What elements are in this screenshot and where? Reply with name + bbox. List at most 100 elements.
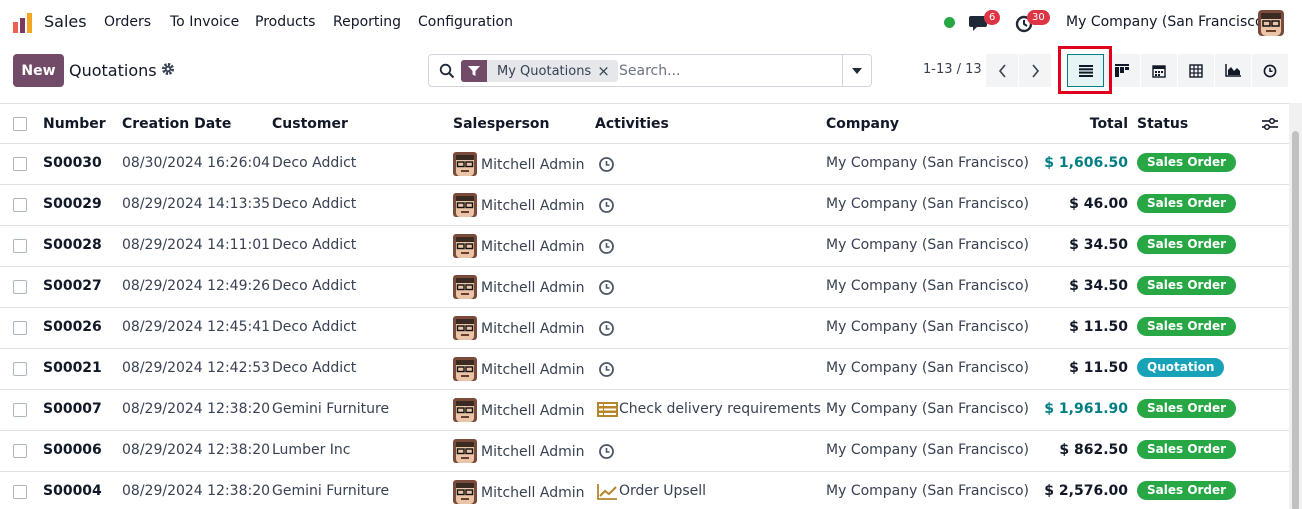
remove-facet-button[interactable]: × <box>597 62 618 80</box>
activity-summary[interactable]: Check delivery requirements <box>619 401 821 417</box>
column-status[interactable]: Status <box>1137 116 1188 132</box>
filter-facet: My Quotations × <box>461 60 618 82</box>
user-avatar[interactable] <box>1258 10 1284 36</box>
table-row[interactable]: S00004 08/29/2024 12:38:20 Gemini Furnit… <box>0 472 1289 509</box>
order-total: $ 1,606.50 <box>1044 155 1128 171</box>
company-name: My Company (San Francisco) <box>826 237 1029 253</box>
menu-configuration[interactable]: Configuration <box>418 14 513 30</box>
row-checkbox[interactable] <box>13 485 27 499</box>
pivot-view-button[interactable] <box>1178 54 1215 87</box>
search-options-toggle[interactable] <box>842 55 871 86</box>
clock-icon[interactable] <box>598 443 615 460</box>
creation-date: 08/29/2024 12:38:20 <box>122 401 271 417</box>
optional-columns-icon[interactable] <box>1262 117 1278 131</box>
list-todo-icon[interactable] <box>597 401 618 418</box>
column-company[interactable]: Company <box>826 116 899 132</box>
clock-icon[interactable] <box>598 197 615 214</box>
row-checkbox[interactable] <box>13 280 27 294</box>
creation-date: 08/29/2024 12:38:20 <box>122 442 271 458</box>
table-row[interactable]: S00027 08/29/2024 12:49:26 Deco Addict M… <box>0 267 1289 308</box>
menu-reporting[interactable]: Reporting <box>333 14 401 30</box>
menu-orders[interactable]: Orders <box>104 14 151 30</box>
table-row[interactable]: S00029 08/29/2024 14:13:35 Deco Addict M… <box>0 185 1289 226</box>
salesperson-avatar <box>453 234 477 258</box>
search-input[interactable] <box>619 61 839 81</box>
clock-icon[interactable] <box>598 320 615 337</box>
activity-view-button[interactable] <box>1252 54 1289 87</box>
clock-icon[interactable] <box>598 156 615 173</box>
order-number: S00030 <box>43 155 102 171</box>
order-total: $ 862.50 <box>1059 442 1128 458</box>
select-all-checkbox[interactable] <box>13 117 27 131</box>
order-total: $ 11.50 <box>1069 319 1128 335</box>
table-row[interactable]: S00026 08/29/2024 12:45:41 Deco Addict M… <box>0 308 1289 349</box>
pager-previous-button[interactable] <box>986 54 1018 87</box>
menu-to-invoice[interactable]: To Invoice <box>170 14 239 30</box>
row-checkbox[interactable] <box>13 239 27 253</box>
gear-icon[interactable] <box>161 62 175 76</box>
pager-next-button[interactable] <box>1019 54 1051 87</box>
order-total: $ 46.00 <box>1069 196 1128 212</box>
company-name: My Company (San Francisco) <box>826 483 1029 499</box>
order-number: S00028 <box>43 237 102 253</box>
company-name: My Company (San Francisco) <box>826 155 1029 171</box>
customer-name: Gemini Furniture <box>272 483 390 499</box>
table-row[interactable]: S00028 08/29/2024 14:11:01 Deco Addict M… <box>0 226 1289 267</box>
order-total: $ 34.50 <box>1069 278 1128 294</box>
app-name[interactable]: Sales <box>44 12 87 31</box>
status-badge: Sales Order <box>1137 481 1237 500</box>
salesperson-avatar <box>453 152 477 176</box>
creation-date: 08/29/2024 12:42:53 <box>122 360 271 376</box>
menu-products[interactable]: Products <box>255 14 315 30</box>
pivot-table-icon <box>1189 63 1203 78</box>
order-number: S00029 <box>43 196 102 212</box>
order-number: S00007 <box>43 401 102 417</box>
column-activities[interactable]: Activities <box>595 116 669 132</box>
creation-date: 08/29/2024 12:49:26 <box>122 278 271 294</box>
column-customer[interactable]: Customer <box>272 116 348 132</box>
status-badge: Sales Order <box>1137 235 1237 254</box>
sales-app-icon[interactable] <box>12 12 34 34</box>
column-salesperson[interactable]: Salesperson <box>453 116 550 132</box>
table-row[interactable]: S00006 08/29/2024 12:38:20 Lumber Inc Mi… <box>0 431 1289 472</box>
row-checkbox[interactable] <box>13 403 27 417</box>
creation-date: 08/29/2024 14:13:35 <box>122 196 271 212</box>
creation-date: 08/30/2024 16:26:04 <box>122 155 271 171</box>
clock-icon[interactable] <box>598 279 615 296</box>
customer-name: Deco Addict <box>272 155 357 171</box>
area-chart-icon <box>1225 64 1241 77</box>
salesperson-avatar <box>453 439 477 463</box>
table-row[interactable]: S00021 08/29/2024 12:42:53 Deco Addict M… <box>0 349 1289 390</box>
scrollbar-thumb[interactable] <box>1292 131 1299 509</box>
search-icon[interactable] <box>439 63 455 79</box>
clock-icon[interactable] <box>598 238 615 255</box>
row-checkbox[interactable] <box>13 321 27 335</box>
graph-view-button[interactable] <box>1215 54 1252 87</box>
company-switcher[interactable]: My Company (San Francisco) <box>1066 14 1269 30</box>
status-badge: Sales Order <box>1137 399 1237 418</box>
page-title: Quotations <box>69 61 157 80</box>
company-name: My Company (San Francisco) <box>826 196 1029 212</box>
row-checkbox[interactable] <box>13 444 27 458</box>
trend-up-icon[interactable] <box>597 483 618 500</box>
salesperson-avatar <box>453 357 477 381</box>
column-creation-date[interactable]: Creation Date <box>122 116 231 132</box>
row-checkbox[interactable] <box>13 362 27 376</box>
column-number[interactable]: Number <box>43 116 106 132</box>
salesperson-name: Mitchell Admin <box>481 362 585 378</box>
column-total[interactable]: Total <box>1038 116 1128 132</box>
pager-value[interactable]: 1-13 / 13 <box>923 62 982 77</box>
clock-icon[interactable] <box>598 361 615 378</box>
row-checkbox[interactable] <box>13 198 27 212</box>
salesperson-name: Mitchell Admin <box>481 280 585 296</box>
table-row[interactable]: S00030 08/30/2024 16:26:04 Deco Addict M… <box>0 144 1289 185</box>
activity-summary[interactable]: Order Upsell <box>619 483 706 499</box>
new-button[interactable]: New <box>13 54 64 87</box>
table-row[interactable]: S00007 08/29/2024 12:38:20 Gemini Furnit… <box>0 390 1289 431</box>
vertical-scrollbar[interactable] <box>1289 103 1302 509</box>
calendar-view-button[interactable] <box>1141 54 1178 87</box>
table-header: Number Creation Date Customer Salesperso… <box>0 103 1289 144</box>
salesperson-avatar <box>453 193 477 217</box>
creation-date: 08/29/2024 14:11:01 <box>122 237 271 253</box>
row-checkbox[interactable] <box>13 157 27 171</box>
